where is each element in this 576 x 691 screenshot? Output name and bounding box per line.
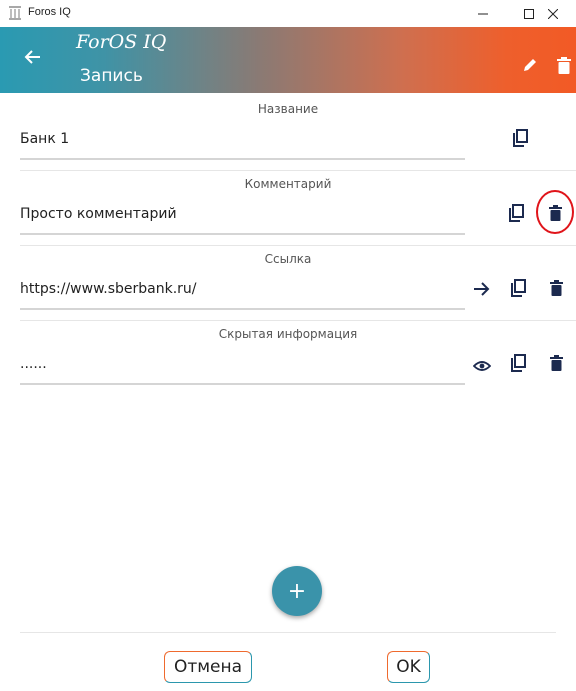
arrow-forward-icon (474, 282, 490, 296)
field-label: Название (257, 102, 319, 116)
field-label: Комментарий (244, 177, 332, 191)
copy-button[interactable] (513, 129, 528, 151)
copy-button[interactable] (511, 279, 526, 301)
copy-icon (509, 204, 524, 222)
field-value[interactable]: ...... (20, 356, 47, 372)
add-field-button[interactable]: + (272, 566, 322, 616)
field-underline (20, 233, 465, 235)
app-icon (8, 5, 22, 24)
app-bar: ForOS IQ Запись (0, 27, 576, 93)
open-link-button[interactable] (474, 281, 490, 300)
delete-button[interactable] (550, 280, 563, 300)
copy-icon (513, 129, 528, 147)
minimize-button[interactable] (460, 0, 506, 27)
pencil-icon (524, 59, 536, 71)
plus-icon: + (287, 578, 307, 604)
ok-button[interactable]: OK (387, 651, 430, 683)
eye-icon (472, 361, 492, 371)
divider (20, 320, 576, 321)
field-label: Ссылка (264, 252, 312, 266)
field-underline (20, 158, 465, 160)
close-window-button[interactable] (530, 0, 576, 27)
trash-icon (557, 57, 571, 74)
divider (20, 245, 576, 246)
divider (20, 170, 576, 171)
field-underline (20, 308, 465, 310)
close-icon (548, 8, 558, 19)
page-title: Запись (80, 66, 143, 86)
field-value[interactable]: Банк 1 (20, 131, 69, 147)
back-button[interactable] (24, 48, 42, 70)
copy-button[interactable] (511, 354, 526, 376)
footer-divider (20, 632, 556, 633)
copy-button[interactable] (509, 204, 524, 226)
arrow-back-icon (24, 50, 40, 64)
field-label: Скрытая информация (218, 327, 358, 341)
copy-icon (511, 279, 526, 297)
edit-button[interactable] (522, 57, 538, 77)
trash-icon (550, 355, 563, 371)
trash-icon (550, 280, 563, 296)
window-title: Foros IQ (28, 6, 71, 18)
annotation-circle (536, 190, 574, 234)
app-logo: ForOS IQ (76, 31, 167, 53)
field-underline (20, 383, 465, 385)
show-hidden-button[interactable] (472, 357, 492, 376)
copy-icon (511, 354, 526, 372)
field-name: Название Банк 1 (0, 98, 576, 168)
delete-record-button[interactable] (557, 57, 571, 78)
cancel-button[interactable]: Отмена (164, 651, 252, 683)
delete-button[interactable] (550, 355, 563, 375)
field-value[interactable]: https://www.sberbank.ru/ (20, 281, 197, 297)
field-value[interactable]: Просто комментарий (20, 206, 177, 222)
field-comment: Комментарий Просто комментарий (0, 173, 576, 243)
minimize-icon (478, 13, 488, 14)
window-titlebar: Foros IQ (0, 0, 576, 27)
